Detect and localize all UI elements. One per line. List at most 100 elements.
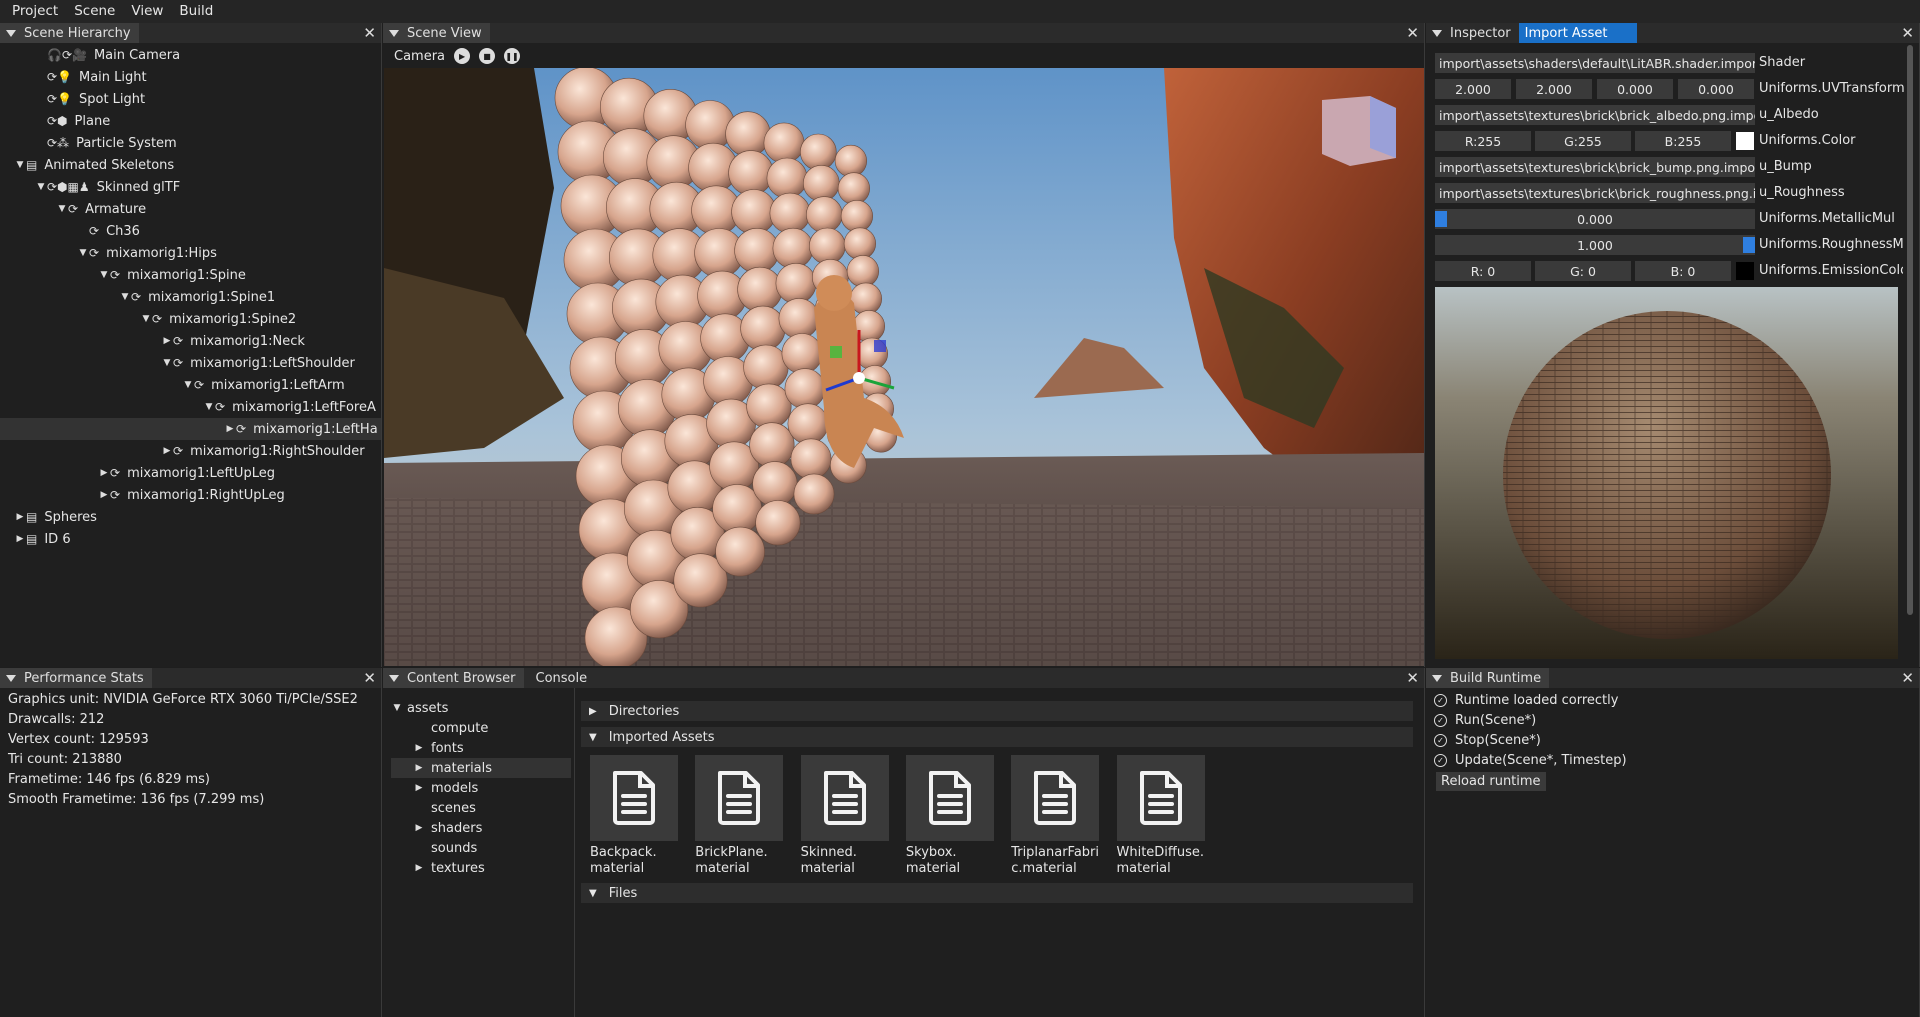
hierarchy-item[interactable]: ⟳💡 Spot Light xyxy=(0,88,381,110)
hierarchy-item[interactable]: ▶ ▤ ID 6 xyxy=(0,528,381,550)
tab-import-asset[interactable]: Import Asset xyxy=(1518,23,1638,43)
albedo-path-field[interactable]: import\assets\textures\brick\brick_albed… xyxy=(1435,105,1755,125)
camera-menu[interactable]: Camera xyxy=(394,49,445,64)
folder-item[interactable]: ▶ shaders xyxy=(391,818,571,838)
chevron-down-icon[interactable]: ▼ xyxy=(14,160,26,170)
menu-project[interactable]: Project xyxy=(4,0,66,23)
emission-r-field[interactable]: R: 0 xyxy=(1435,261,1531,281)
scene-viewport[interactable] xyxy=(384,68,1424,666)
chevron-right-icon[interactable]: ▶ xyxy=(98,468,110,478)
hierarchy-item[interactable]: ▼ ⟳ mixamorig1:Hips xyxy=(0,242,381,264)
hierarchy-item[interactable]: ▼ ⟳ Armature xyxy=(0,198,381,220)
chevron-down-icon[interactable]: ▼ xyxy=(98,270,110,280)
collapse-icon[interactable] xyxy=(6,29,16,37)
hierarchy-item[interactable]: 🎧⟳🎥 Main Camera xyxy=(0,44,381,66)
chevron-down-icon[interactable]: ▼ xyxy=(56,204,68,214)
emission-swatch[interactable] xyxy=(1736,262,1754,280)
hierarchy-item[interactable]: ▶ ⟳ mixamorig1:Neck xyxy=(0,330,381,352)
inspector-scrollbar[interactable] xyxy=(1907,45,1913,615)
collapse-icon[interactable] xyxy=(389,674,399,682)
folder-item[interactable]: ▶ fonts xyxy=(391,738,571,758)
folder-item[interactable]: ▶ textures xyxy=(391,858,571,878)
stop-icon[interactable]: ■ xyxy=(479,48,496,64)
roughness-path-field[interactable]: import\assets\textures\brick\brick_rough… xyxy=(1435,183,1755,203)
collapse-icon[interactable] xyxy=(1432,674,1442,682)
tab-scene-view[interactable]: Scene View xyxy=(383,23,490,43)
emission-b-field[interactable]: B: 0 xyxy=(1635,261,1731,281)
hierarchy-item[interactable]: ▼ ▤ Animated Skeletons xyxy=(0,154,381,176)
chevron-right-icon[interactable]: ▶ xyxy=(413,743,425,753)
hierarchy-item[interactable]: ⟳⁂ Particle System xyxy=(0,132,381,154)
color-g-field[interactable]: G:255 xyxy=(1535,131,1631,151)
hierarchy-item[interactable]: ⟳ Ch36 xyxy=(0,220,381,242)
chevron-down-icon[interactable]: ▼ xyxy=(35,182,47,192)
close-icon[interactable]: ✕ xyxy=(363,24,376,42)
hierarchy-item[interactable]: ⟳💡 Main Light xyxy=(0,66,381,88)
uv-field-2[interactable]: 0.000 xyxy=(1597,79,1673,99)
tab-performance-stats[interactable]: Performance Stats xyxy=(0,668,152,688)
folder-item[interactable]: ▶ models xyxy=(391,778,571,798)
close-icon[interactable]: ✕ xyxy=(1406,24,1419,42)
asset-tile[interactable]: Skybox. material xyxy=(905,755,996,877)
chevron-right-icon[interactable]: ▶ xyxy=(14,534,26,544)
tab-console[interactable]: Console xyxy=(524,668,596,688)
play-icon[interactable]: ▶ xyxy=(454,48,471,64)
chevron-right-icon[interactable]: ▶ xyxy=(161,336,173,346)
hierarchy-item[interactable]: ▼ ⟳⬢▦♟ Skinned glTF xyxy=(0,176,381,198)
hierarchy-item[interactable]: ⟳⬢ Plane xyxy=(0,110,381,132)
hierarchy-item[interactable]: ▼ ⟳ mixamorig1:LeftForeA xyxy=(0,396,381,418)
uv-field-1[interactable]: 2.000 xyxy=(1516,79,1592,99)
reload-runtime-button[interactable]: Reload runtime xyxy=(1436,772,1546,791)
asset-tile[interactable]: BrickPlane. material xyxy=(695,755,785,877)
chevron-right-icon[interactable]: ▶ xyxy=(413,863,425,873)
hierarchy-item[interactable]: ▼ ⟳ mixamorig1:Spine1 xyxy=(0,286,381,308)
collapse-icon[interactable] xyxy=(1432,29,1442,37)
hierarchy-item[interactable]: ▶ ⟳ mixamorig1:LeftUpLeg xyxy=(0,462,381,484)
roughness-slider-grab[interactable] xyxy=(1743,237,1755,253)
uv-field-3[interactable]: 0.000 xyxy=(1678,79,1754,99)
close-icon[interactable]: ✕ xyxy=(1901,24,1914,42)
tab-content-browser[interactable]: Content Browser xyxy=(383,668,524,688)
roughness-slider[interactable]: 1.000 xyxy=(1435,235,1755,255)
hierarchy-item[interactable]: ▼ ⟳ mixamorig1:LeftShoulder xyxy=(0,352,381,374)
hierarchy-item[interactable]: ▶ ▤ Spheres xyxy=(0,506,381,528)
menu-build[interactable]: Build xyxy=(171,0,221,23)
close-icon[interactable]: ✕ xyxy=(363,669,376,687)
chevron-right-icon[interactable]: ▶ xyxy=(413,763,425,773)
hierarchy-item[interactable]: ▼ ⟳ mixamorig1:Spine2 xyxy=(0,308,381,330)
chevron-down-icon[interactable]: ▼ xyxy=(77,248,89,258)
directories-header[interactable]: ▶ Directories xyxy=(581,701,1413,721)
metallic-slider-grab[interactable] xyxy=(1435,211,1447,227)
chevron-down-icon[interactable]: ▼ xyxy=(182,380,194,390)
asset-tile[interactable]: Skinned. material xyxy=(800,755,891,877)
hierarchy-item[interactable]: ▶ ⟳ mixamorig1:LeftHa xyxy=(0,418,381,440)
color-b-field[interactable]: B:255 xyxy=(1635,131,1731,151)
close-icon[interactable]: ✕ xyxy=(1406,669,1419,687)
chevron-right-icon[interactable]: ▶ xyxy=(161,446,173,456)
folder-item[interactable]: compute xyxy=(391,718,571,738)
chevron-down-icon[interactable]: ▼ xyxy=(391,703,403,713)
chevron-down-icon[interactable]: ▼ xyxy=(140,314,152,324)
collapse-icon[interactable] xyxy=(389,29,399,37)
folder-item[interactable]: sounds xyxy=(391,838,571,858)
tab-build-runtime[interactable]: Build Runtime xyxy=(1426,668,1550,688)
color-r-field[interactable]: R:255 xyxy=(1435,131,1531,151)
asset-tile[interactable]: TriplanarFabri c.material xyxy=(1011,755,1101,877)
chevron-right-icon[interactable]: ▶ xyxy=(224,424,236,434)
chevron-down-icon[interactable]: ▼ xyxy=(161,358,173,368)
bump-path-field[interactable]: import\assets\textures\brick\brick_bump.… xyxy=(1435,157,1755,177)
folder-divider[interactable] xyxy=(574,688,575,1017)
chevron-right-icon[interactable]: ▶ xyxy=(413,823,425,833)
files-header[interactable]: ▼ Files xyxy=(581,883,1413,903)
emission-g-field[interactable]: G: 0 xyxy=(1535,261,1631,281)
asset-tile[interactable]: Backpack. material xyxy=(590,755,680,877)
metallic-slider[interactable]: 0.000 xyxy=(1435,209,1755,229)
hierarchy-item[interactable]: ▶ ⟳ mixamorig1:RightShoulder xyxy=(0,440,381,462)
pause-icon[interactable]: ❚❚ xyxy=(504,48,521,64)
folder-root[interactable]: ▼ assets xyxy=(391,698,571,718)
hierarchy-item[interactable]: ▼ ⟳ mixamorig1:Spine xyxy=(0,264,381,286)
color-swatch[interactable] xyxy=(1736,132,1754,150)
tab-inspector[interactable]: Inspector xyxy=(1426,23,1519,43)
menu-scene[interactable]: Scene xyxy=(66,0,123,23)
close-icon[interactable]: ✕ xyxy=(1901,669,1914,687)
